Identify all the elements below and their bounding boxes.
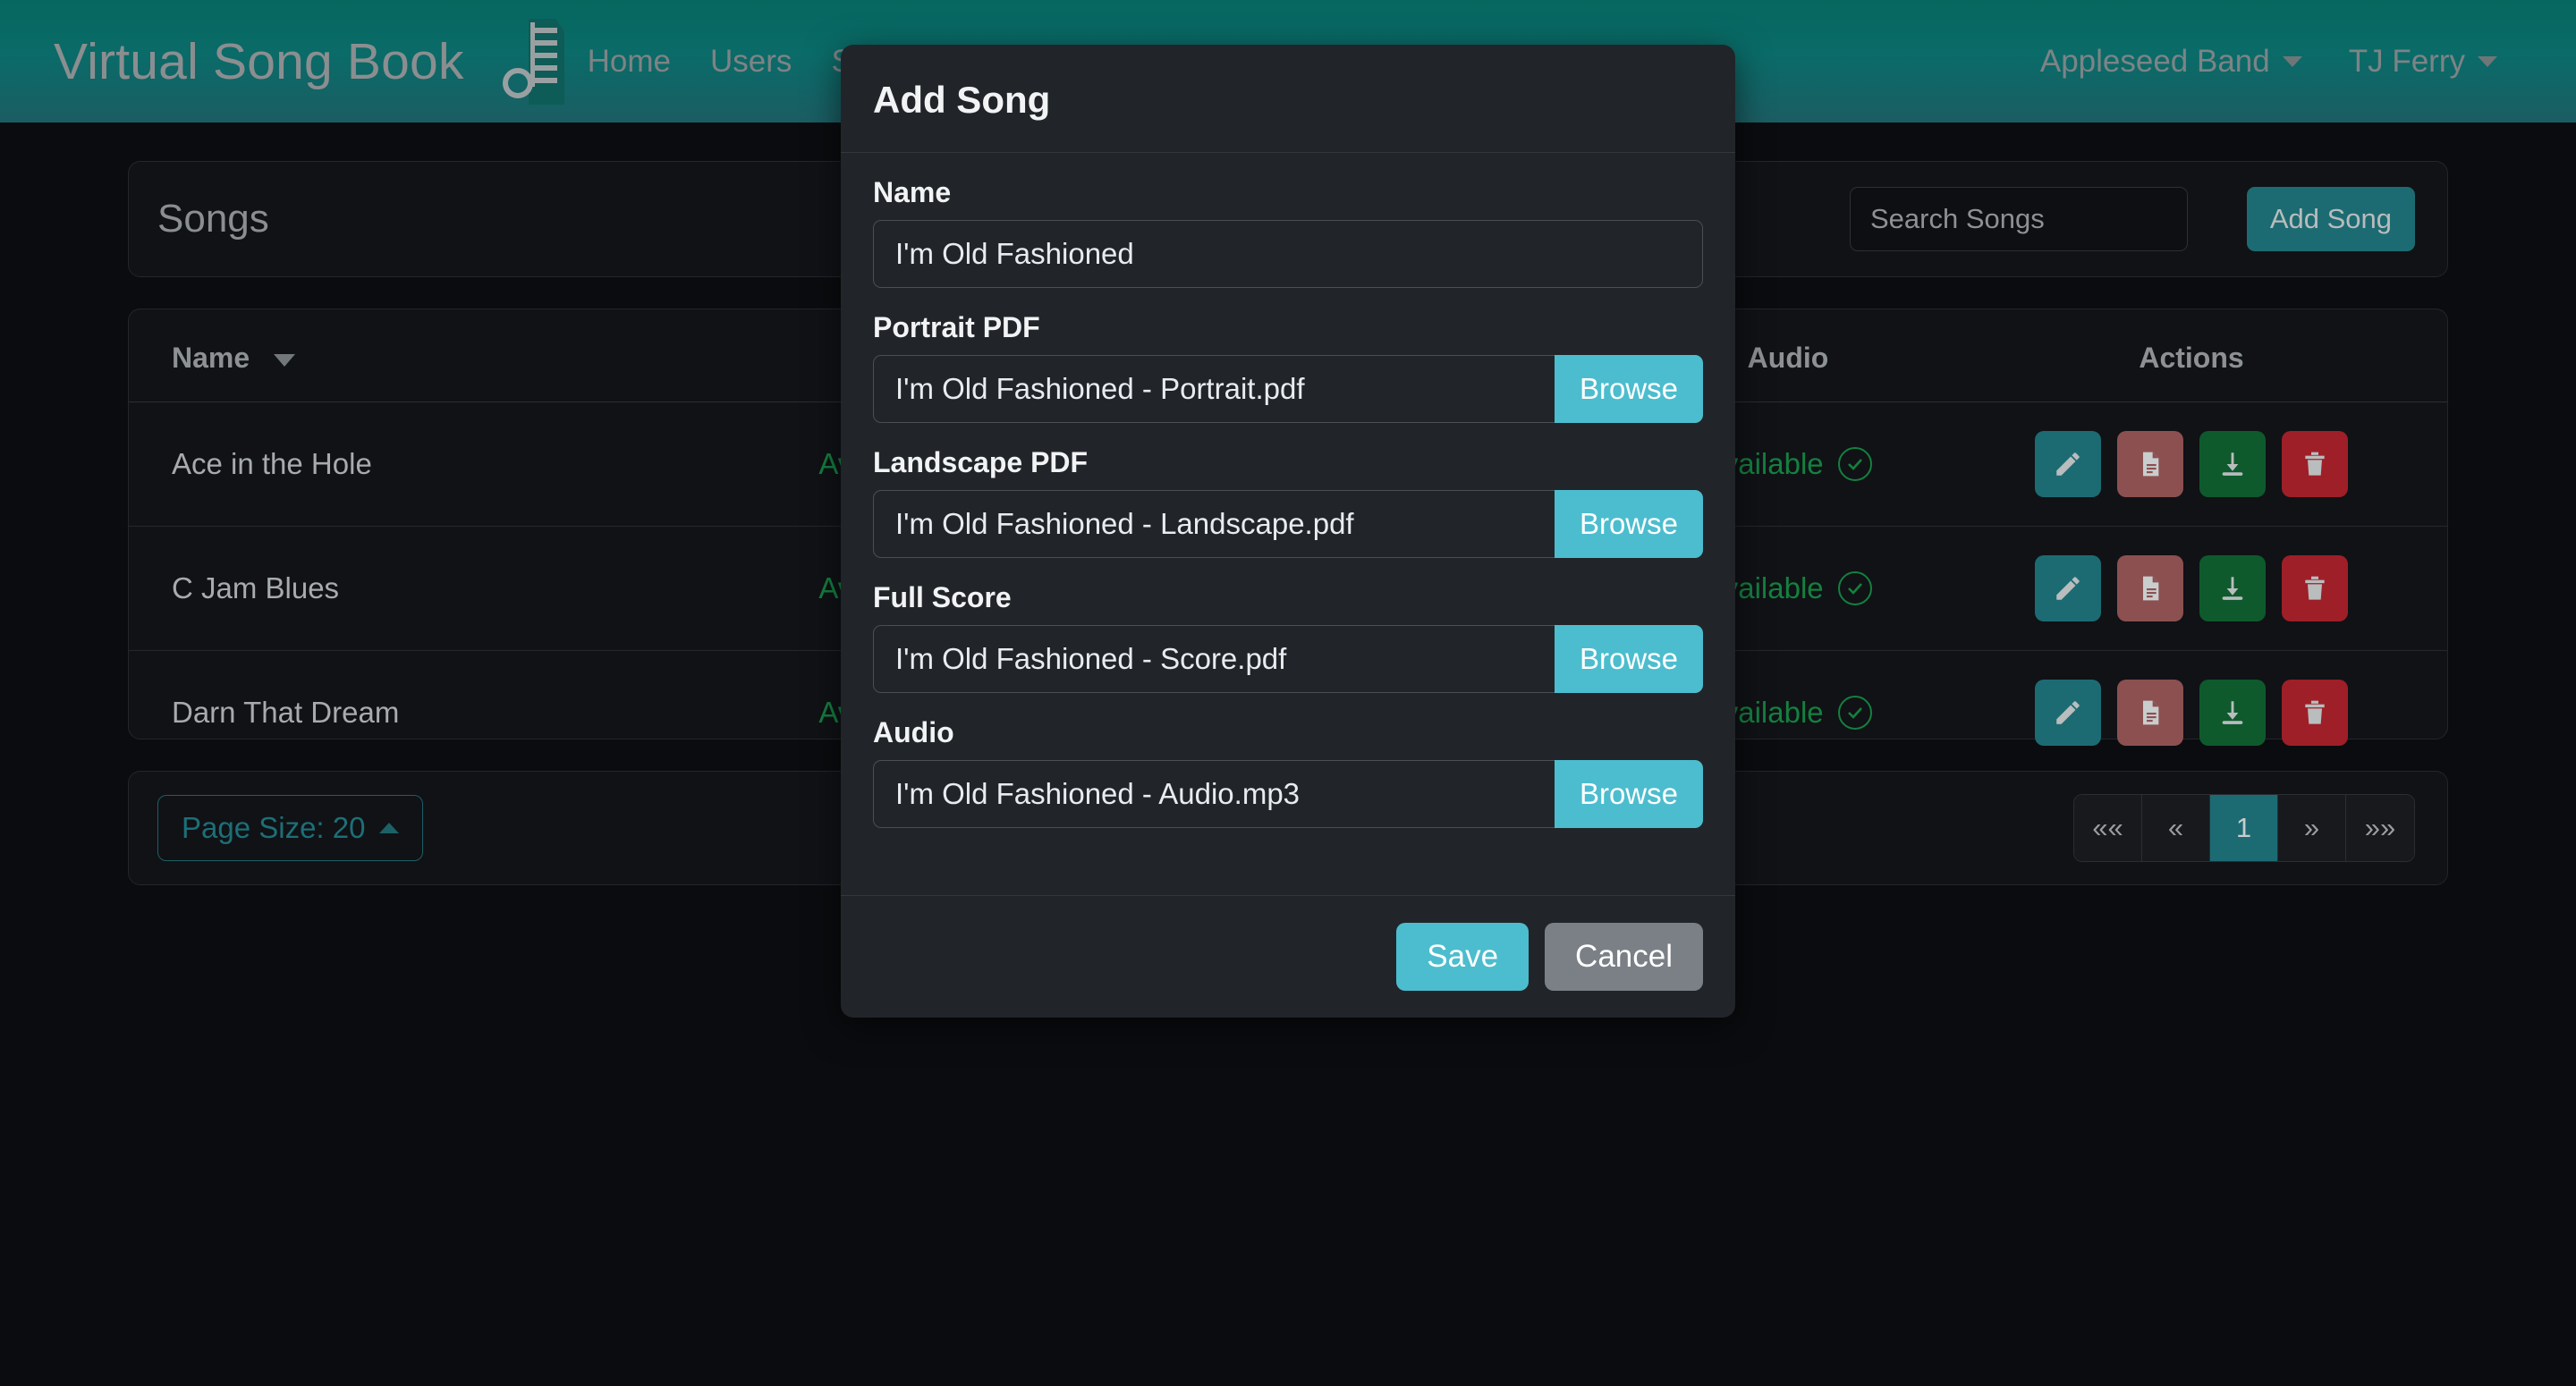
document-button[interactable] [2117,555,2183,621]
document-icon [2136,698,2165,727]
user-dropdown-label: TJ Ferry [2348,43,2465,79]
browse-button-landscape[interactable]: Browse [1554,490,1703,558]
modal-header: Add Song [841,45,1735,153]
column-header-name[interactable]: Name [129,309,755,402]
edit-button[interactable] [2035,431,2101,497]
browse-button-audio[interactable]: Browse [1554,760,1703,828]
pencil-icon [2053,449,2083,479]
band-dropdown[interactable]: Appleseed Band [2040,44,2302,80]
field-label-portrait-pdf: Portrait PDF [873,311,1040,343]
sort-descending-icon [274,353,296,367]
add-song-button[interactable]: Add Song [2246,187,2415,251]
modal-body: Name Portrait PDF Browse Landscape PDF B… [841,153,1735,869]
band-dropdown-label: Appleseed Band [2039,43,2270,79]
navbar-right: Appleseed Band TJ Ferry [2040,44,2522,80]
pagination: «« « 1 » »» [2073,794,2415,862]
modal-title: Add Song [873,79,1051,121]
cancel-button[interactable]: Cancel [1545,923,1703,991]
file-row-audio: Browse [873,760,1703,828]
cell-actions [1936,401,2447,527]
add-song-modal: Add Song Name Portrait PDF Browse Landsc… [841,45,1735,1018]
file-row-score: Browse [873,625,1703,693]
chevron-up-icon [379,823,400,833]
trash-icon [2301,698,2329,727]
field-label-landscape-pdf: Landscape PDF [873,446,1089,478]
trash-icon [2301,450,2329,478]
document-button[interactable] [2117,431,2183,497]
download-button[interactable] [2199,555,2266,621]
document-icon [2136,450,2165,478]
pagination-last[interactable]: »» [2346,795,2414,861]
delete-button[interactable] [2282,431,2348,497]
music-sheet-icon [495,17,564,106]
cell-song-name: C Jam Blues [129,526,755,651]
edit-button[interactable] [2035,555,2101,621]
nav-link-users[interactable]: Users [710,44,792,80]
full-score-input[interactable] [873,625,1555,693]
check-circle-icon [1837,696,1872,730]
field-audio: Audio Browse [873,716,1703,828]
pagination-first[interactable]: «« [2074,795,2142,861]
field-landscape-pdf: Landscape PDF Browse [873,446,1703,558]
cell-actions [1936,651,2447,775]
download-button[interactable] [2199,431,2266,497]
check-circle-icon [1837,571,1872,605]
field-label-name: Name [873,176,952,208]
page-size-label: Page Size: 20 [182,811,366,844]
browse-button-portrait[interactable]: Browse [1554,355,1703,423]
document-button[interactable] [2117,680,2183,746]
portrait-pdf-input[interactable] [873,355,1555,423]
user-dropdown[interactable]: TJ Ferry [2349,44,2497,80]
brand-title: Virtual Song Book [54,32,464,90]
edit-button[interactable] [2035,680,2101,746]
download-icon [2217,449,2248,479]
app-root: Virtual Song Book Home Users Songs Setli… [0,0,2576,1386]
check-circle-icon [1837,447,1872,481]
cell-actions [1936,526,2447,651]
row-actions [1936,431,2447,497]
page-title: Songs [157,197,269,241]
cell-song-name: Ace in the Hole [129,401,755,527]
chevron-down-icon [2282,55,2302,67]
modal-footer: Save Cancel [841,895,1735,1018]
landscape-pdf-input[interactable] [873,490,1555,558]
browse-button-score[interactable]: Browse [1554,625,1703,693]
download-icon [2217,573,2248,604]
delete-button[interactable] [2282,555,2348,621]
save-button[interactable]: Save [1396,923,1530,991]
chevron-down-icon [2478,55,2497,67]
column-header-name-label: Name [172,342,250,374]
field-name: Name [873,176,1703,288]
download-icon [2217,697,2248,728]
song-name-input[interactable] [873,220,1703,288]
pencil-icon [2053,573,2083,604]
row-actions [1936,555,2447,621]
cell-song-name: Darn That Dream [172,696,400,729]
audio-input[interactable] [873,760,1555,828]
pagination-next[interactable]: » [2278,795,2346,861]
trash-icon [2301,574,2329,603]
file-row-landscape: Browse [873,490,1703,558]
row-actions [1936,680,2447,746]
document-icon [2136,574,2165,603]
file-row-portrait: Browse [873,355,1703,423]
field-portrait-pdf: Portrait PDF Browse [873,311,1703,423]
nav-link-home[interactable]: Home [588,44,671,80]
pencil-icon [2053,697,2083,728]
field-label-full-score: Full Score [873,581,1012,613]
download-button[interactable] [2199,680,2266,746]
field-full-score: Full Score Browse [873,581,1703,693]
field-label-audio: Audio [873,716,954,748]
delete-button[interactable] [2282,680,2348,746]
column-header-actions: Actions [1936,309,2447,402]
page-size-button[interactable]: Page Size: 20 [157,795,424,861]
pagination-prev[interactable]: « [2142,795,2210,861]
pagination-page-1[interactable]: 1 [2210,795,2278,861]
search-input[interactable] [1850,187,2188,251]
